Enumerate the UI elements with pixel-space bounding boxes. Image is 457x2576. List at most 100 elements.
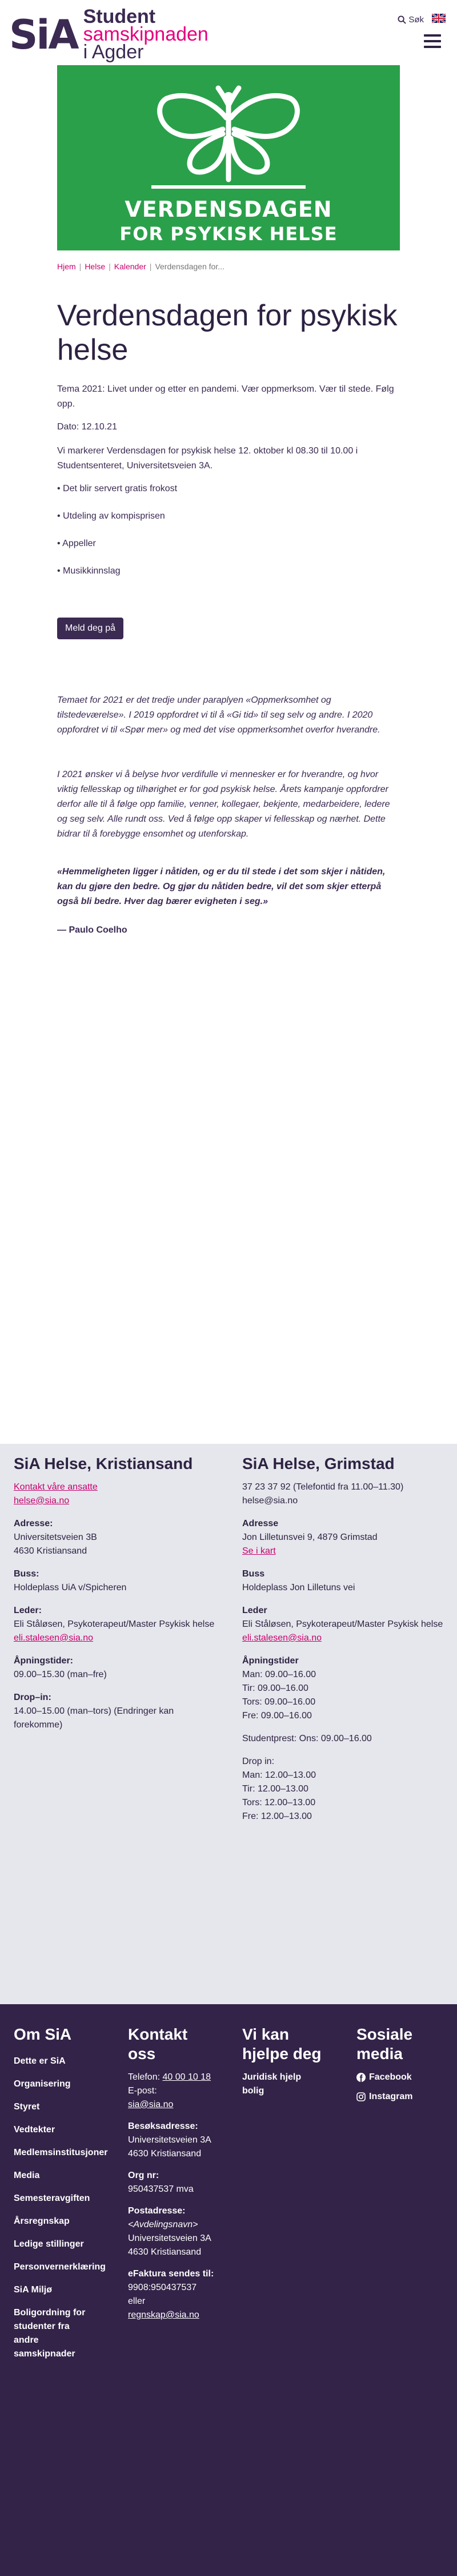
hours-line: Fre: 09.00–16.00 <box>242 1711 312 1721</box>
footer-heading: Kontakt oss <box>128 2025 188 2063</box>
footer-link[interactable]: Ledige stillinger <box>14 2239 84 2249</box>
bus-label: Buss <box>242 1569 265 1579</box>
phone-text: 37 23 37 92 (Telefontid fra 11.00–11.30) <box>242 1482 404 1492</box>
logo-line-3: i Agder <box>83 41 144 63</box>
hours-label: Åpningstider: <box>14 1656 73 1666</box>
dropin-line: Man: 12.00–13.00 <box>242 1770 316 1780</box>
footer-heading: Om SiA <box>14 2025 72 2043</box>
hours-line: Tir: 09.00–16.00 <box>242 1683 308 1693</box>
search-label: Søk <box>408 14 424 25</box>
breadcrumb-helse[interactable]: Helse <box>85 262 105 271</box>
article-theme: Tema 2021: Livet under og etter en pande… <box>57 384 394 409</box>
contact-grimstad: SiA Helse, Grimstad 37 23 37 92 (Telefon… <box>242 1454 448 1823</box>
contact-staff-link[interactable]: Kontakt våre ansatte <box>14 1482 98 1492</box>
instagram-label: Instagram <box>369 2092 413 2101</box>
dropin-line: Tir: 12.00–13.00 <box>242 1784 308 1794</box>
email-link[interactable]: helse@sia.no <box>14 1496 69 1506</box>
facebook-icon <box>356 2073 366 2082</box>
footer-about: Om SiA Dette er SiA Organisering Styret … <box>14 2025 117 2370</box>
breadcrumb-current: Verdensdagen for... <box>155 262 225 271</box>
footer-email-link[interactable]: sia@sia.no <box>128 2100 173 2109</box>
site-header: SiA Student samskipnaden i Agder Søk <box>0 0 457 62</box>
search-button[interactable]: Søk <box>398 15 424 25</box>
footer-heading: Vi kan hjelpe deg <box>242 2025 322 2063</box>
address-label: Adresse: <box>14 1519 53 1528</box>
article-intro: Tema 2021: Livet under og etter en pande… <box>57 382 400 412</box>
footer-link[interactable]: Dette er SiA <box>14 2056 66 2066</box>
address-line: 4630 Kristiansand <box>14 1546 87 1556</box>
post-line: 4630 Kristiansand <box>128 2247 202 2257</box>
footer-link[interactable]: Vedtekter <box>14 2125 55 2135</box>
instagram-icon <box>356 2092 366 2101</box>
footer-link[interactable]: Boligordning for studenter fra andre sam… <box>14 2308 85 2359</box>
leader-email-link[interactable]: eli.stalesen@sia.no <box>14 1633 93 1643</box>
breadcrumb-separator: | <box>79 262 82 271</box>
address-label: Adresse <box>242 1519 279 1528</box>
article-bullets: Det blir servert gratis frokost Utdeling… <box>57 481 400 591</box>
bus-text: Holdeplass Jon Lilletuns vei <box>242 1583 355 1592</box>
footer-link[interactable]: Organisering <box>14 2079 71 2089</box>
footer-link[interactable]: Juridisk hjelp <box>242 2072 301 2082</box>
leader-label: Leder <box>242 1606 267 1615</box>
leader-text: Eli Ståløsen, Psykoterapeut/Master Psyki… <box>14 1619 215 1629</box>
site-logo[interactable]: SiA Student samskipnaden i Agder <box>9 7 209 63</box>
address-line: Jon Lilletunsvei 9, 4879 Grimstad <box>242 1532 378 1542</box>
hero-line-2: FOR PSYKISK HELSE <box>119 223 338 245</box>
list-item: Appeller <box>57 536 400 551</box>
footer-link[interactable]: Medlemsinstitusjoner <box>14 2148 107 2157</box>
org-label: Org nr: <box>128 2171 159 2180</box>
signup-button[interactable]: Meld deg på <box>57 618 124 639</box>
leader-label: Leder: <box>14 1606 42 1615</box>
butterfly-logo-icon <box>151 85 306 189</box>
breadcrumb-home[interactable]: Hjem <box>57 262 76 271</box>
address-line: Universitetsveien 3B <box>14 1532 97 1542</box>
org-number: 950437537 mva <box>128 2184 194 2194</box>
visit-label: Besøksadresse: <box>128 2121 198 2131</box>
email-text: helse@sia.no <box>242 1496 298 1506</box>
footer-link[interactable]: Semesteravgiften <box>14 2193 90 2203</box>
breadcrumb-separator: | <box>109 262 111 271</box>
efaktura-line: 9908:950437537 <box>128 2283 197 2292</box>
map-link[interactable]: Se i kart <box>242 1546 276 1556</box>
post-line: <Avdelingsnavn> <box>128 2220 198 2229</box>
uk-flag-icon <box>431 13 446 24</box>
facebook-label: Facebook <box>369 2072 412 2082</box>
dropin-label: Drop–in: <box>14 1693 51 1702</box>
logo-text: Student samskipnaden i Agder <box>83 7 209 63</box>
article-quote: «Hemmeligheten ligger i nåtiden, og er d… <box>57 867 386 906</box>
logo-mark: SiA <box>9 11 79 58</box>
bus-text: Holdeplass UiA v/Spicheren <box>14 1583 127 1592</box>
footer-phone-link[interactable]: 40 00 10 18 <box>163 2072 211 2082</box>
footer-link[interactable]: Styret <box>14 2102 39 2112</box>
footer-link[interactable]: Personvernerklæring <box>14 2262 106 2272</box>
language-button[interactable] <box>431 13 446 25</box>
article-italic-1: Temaet for 2021 er det tredje under para… <box>57 695 380 735</box>
breadcrumb-separator: | <box>149 262 152 271</box>
leader-email-link[interactable]: eli.stalesen@sia.no <box>242 1633 322 1643</box>
hours-label: Åpningstider <box>242 1656 299 1666</box>
footer-help: Vi kan hjelpe deg Juridisk hjelp bolig <box>242 2025 339 2098</box>
facebook-link[interactable]: Facebook <box>356 2071 448 2084</box>
post-label: Postadresse: <box>128 2206 186 2216</box>
instagram-link[interactable]: Instagram <box>356 2090 448 2104</box>
post-line: Universitetsveien 3A <box>128 2233 211 2243</box>
hero-line-1: VERDENSDAGEN <box>125 197 332 222</box>
contact-title: SiA Helse, Kristiansand <box>14 1455 193 1472</box>
leader-text: Eli Ståløsen, Psykoterapeut/Master Psyki… <box>242 1619 443 1629</box>
dropin-line: Fre: 12.00–13.00 <box>242 1811 312 1821</box>
site-footer: Om SiA Dette er SiA Organisering Styret … <box>0 2004 457 2576</box>
contact-kristiansand: SiA Helse, Kristiansand Kontakt våre ans… <box>14 1454 219 1732</box>
hours-line: Tors: 09.00–16.00 <box>242 1697 316 1707</box>
bus-label: Buss: <box>14 1569 39 1579</box>
menu-icon[interactable] <box>424 34 441 51</box>
list-item: Det blir servert gratis frokost <box>57 481 400 496</box>
hours-line: Man: 09.00–16.00 <box>242 1670 316 1679</box>
list-item: Utdeling av kompisprisen <box>57 509 400 524</box>
footer-link[interactable]: bolig <box>242 2086 264 2096</box>
efaktura-email-link[interactable]: regnskap@sia.no <box>128 2310 199 2320</box>
breadcrumb-kalender[interactable]: Kalender <box>114 262 146 271</box>
footer-link[interactable]: SiA Miljø <box>14 2285 52 2295</box>
footer-link[interactable]: Media <box>14 2171 39 2180</box>
footer-link[interactable]: Årsregnskap <box>14 2216 70 2226</box>
quote-author: — Paulo Coelho <box>57 925 127 935</box>
